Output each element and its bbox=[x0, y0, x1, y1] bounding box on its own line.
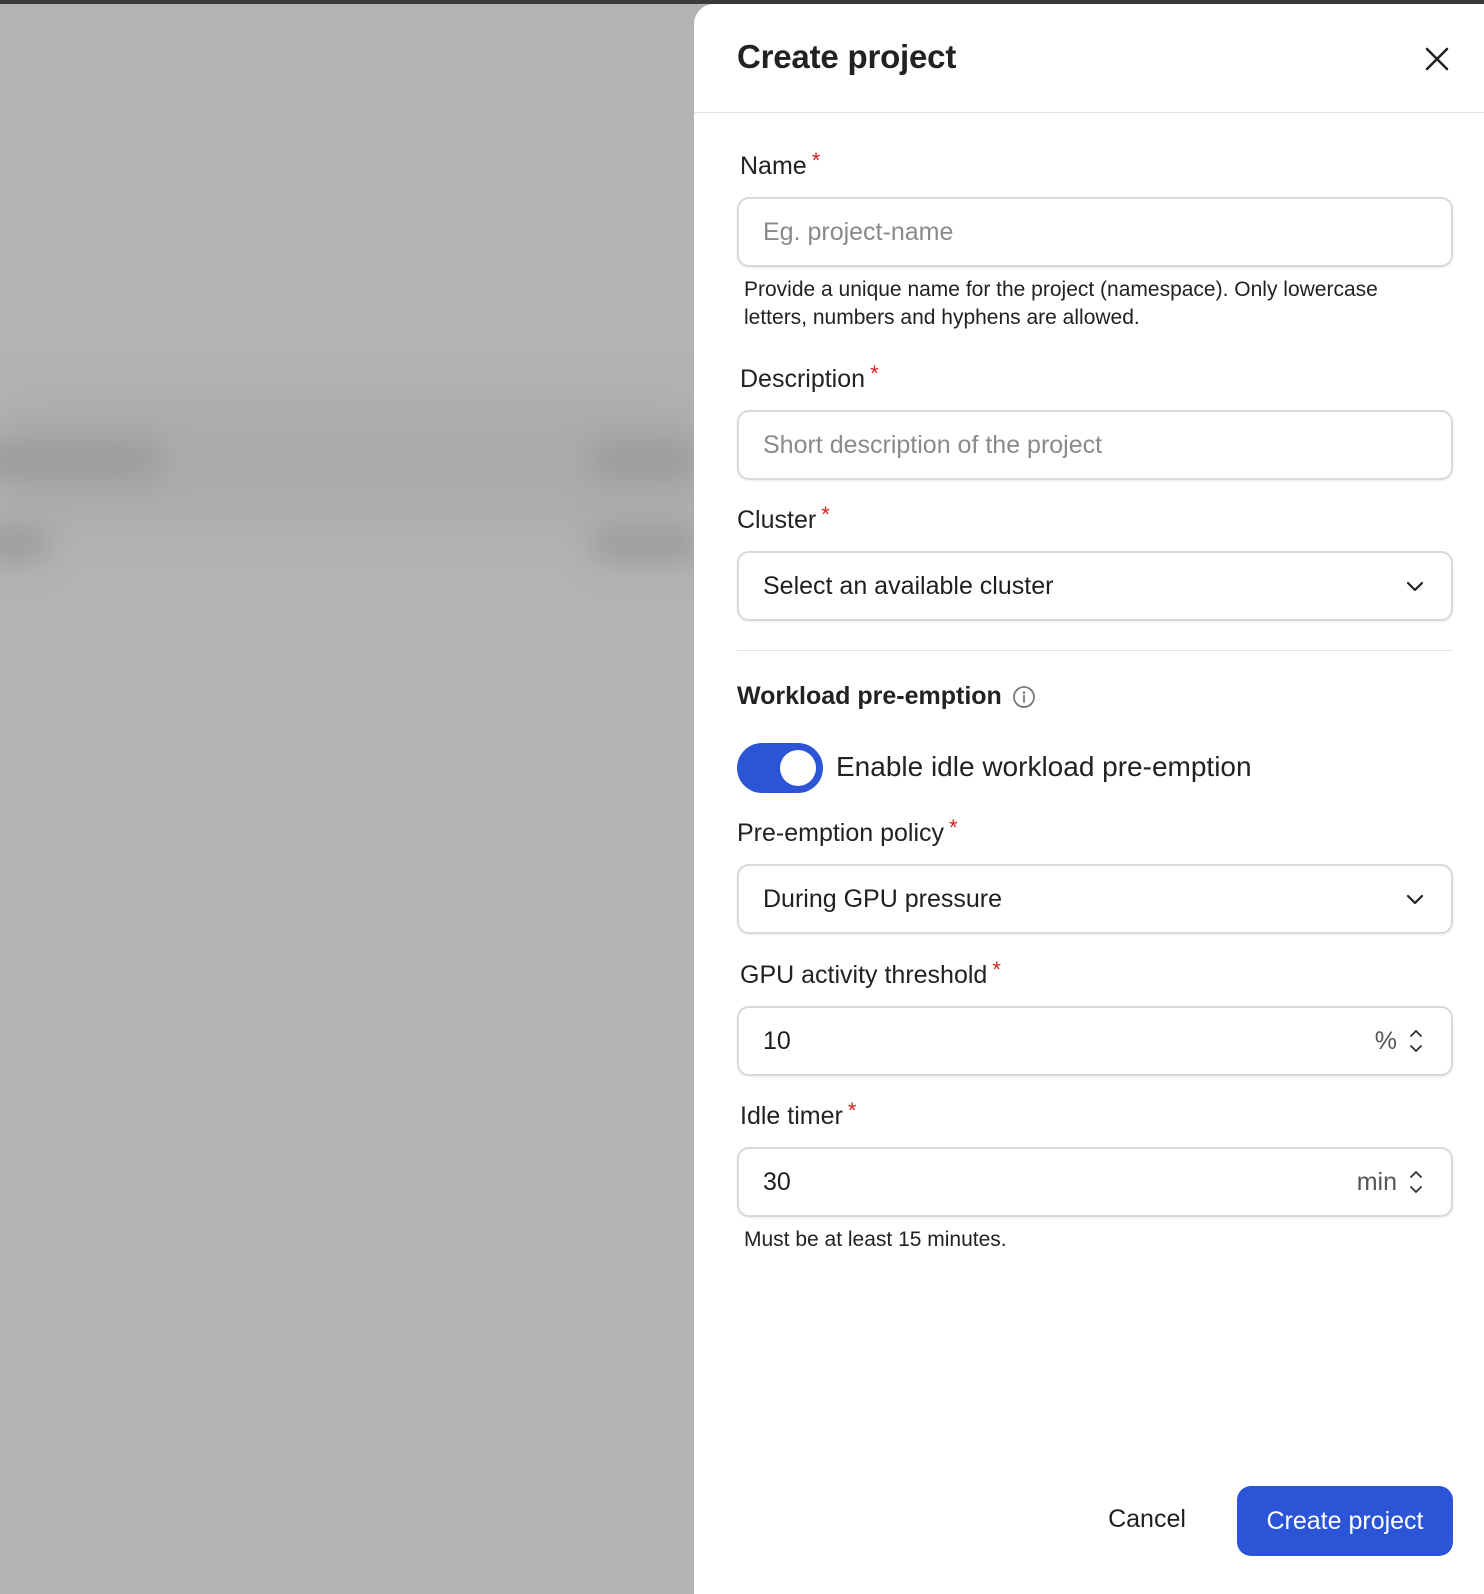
idle-preemption-toggle[interactable] bbox=[737, 743, 823, 793]
idle-timer-label: Idle timer * bbox=[740, 1098, 856, 1131]
drawer-header: Create project bbox=[694, 4, 1484, 113]
gpu-threshold-label: GPU activity threshold * bbox=[740, 957, 1001, 990]
required-mark: * bbox=[949, 815, 958, 840]
description-input[interactable] bbox=[763, 430, 1425, 460]
idle-timer-field[interactable]: 30 min bbox=[737, 1147, 1453, 1217]
drawer-title: Create project bbox=[737, 38, 957, 75]
background-blur-block bbox=[0, 440, 160, 480]
cluster-label-text: Cluster bbox=[737, 506, 817, 534]
chevron-down-icon bbox=[1406, 894, 1424, 905]
create-project-button[interactable]: Create project bbox=[1237, 1486, 1453, 1556]
preemption-section-title: Workload pre-emption bbox=[737, 682, 1036, 711]
chevron-down-icon bbox=[1406, 581, 1424, 592]
name-input[interactable] bbox=[763, 217, 1425, 247]
name-label-text: Name bbox=[740, 152, 807, 180]
preemption-policy-label: Pre-emption policy * bbox=[737, 815, 958, 848]
gpu-threshold-field[interactable]: 10 % bbox=[737, 1006, 1453, 1076]
cancel-button[interactable]: Cancel bbox=[1092, 1491, 1202, 1547]
required-mark: * bbox=[821, 502, 830, 527]
idle-timer-value[interactable]: 30 bbox=[763, 1168, 1357, 1197]
description-label-text: Description bbox=[740, 365, 866, 393]
idle-preemption-toggle-label: Enable idle workload pre-emption bbox=[836, 751, 1252, 782]
required-mark: * bbox=[811, 148, 821, 173]
idle-timer-unit: min bbox=[1356, 1167, 1397, 1196]
close-button[interactable] bbox=[1420, 42, 1454, 76]
description-label: Description * bbox=[740, 361, 879, 394]
cluster-selected-value: Select an available cluster bbox=[763, 571, 1054, 600]
preemption-section-title-text: Workload pre-emption bbox=[737, 682, 1002, 710]
close-icon bbox=[1425, 47, 1449, 71]
preemption-policy-selected-value: During GPU pressure bbox=[763, 884, 1002, 913]
required-mark: * bbox=[847, 1098, 857, 1123]
cluster-select[interactable]: Select an available cluster bbox=[737, 551, 1453, 621]
idle-timer-label-text: Idle timer bbox=[740, 1102, 843, 1130]
background-blur-block bbox=[0, 525, 50, 561]
preemption-policy-select[interactable]: During GPU pressure bbox=[737, 864, 1453, 934]
idle-timer-help-text: Must be at least 15 minutes. bbox=[744, 1228, 1007, 1251]
preemption-policy-label-text: Pre-emption policy bbox=[737, 819, 945, 847]
chevron-up-icon[interactable] bbox=[1409, 1169, 1423, 1179]
chevron-down-icon[interactable] bbox=[1409, 1044, 1423, 1054]
gpu-threshold-unit: % bbox=[1374, 1026, 1397, 1055]
name-help-text: Provide a unique name for the project (n… bbox=[744, 278, 1378, 329]
gpu-threshold-stepper[interactable] bbox=[1407, 1021, 1425, 1061]
gpu-threshold-value[interactable]: 10 bbox=[763, 1027, 1375, 1056]
section-divider bbox=[737, 650, 1453, 651]
required-mark: * bbox=[992, 957, 1001, 982]
create-project-drawer: Create project Name* Provide a unique na… bbox=[694, 4, 1484, 1594]
name-label: Name * bbox=[740, 148, 820, 181]
name-field[interactable] bbox=[737, 197, 1453, 267]
cluster-label: Cluster * bbox=[737, 502, 830, 535]
gpu-threshold-label-text: GPU activity threshold bbox=[740, 961, 988, 989]
info-icon[interactable] bbox=[1012, 685, 1036, 709]
background-blur-block bbox=[590, 525, 700, 561]
idle-timer-stepper[interactable] bbox=[1407, 1162, 1425, 1202]
toggle-knob bbox=[780, 750, 816, 786]
background-blur-block bbox=[590, 440, 700, 480]
chevron-up-icon[interactable] bbox=[1409, 1028, 1423, 1038]
description-field[interactable] bbox=[737, 410, 1453, 480]
required-mark: * bbox=[870, 361, 879, 386]
chevron-down-icon[interactable] bbox=[1409, 1185, 1423, 1195]
